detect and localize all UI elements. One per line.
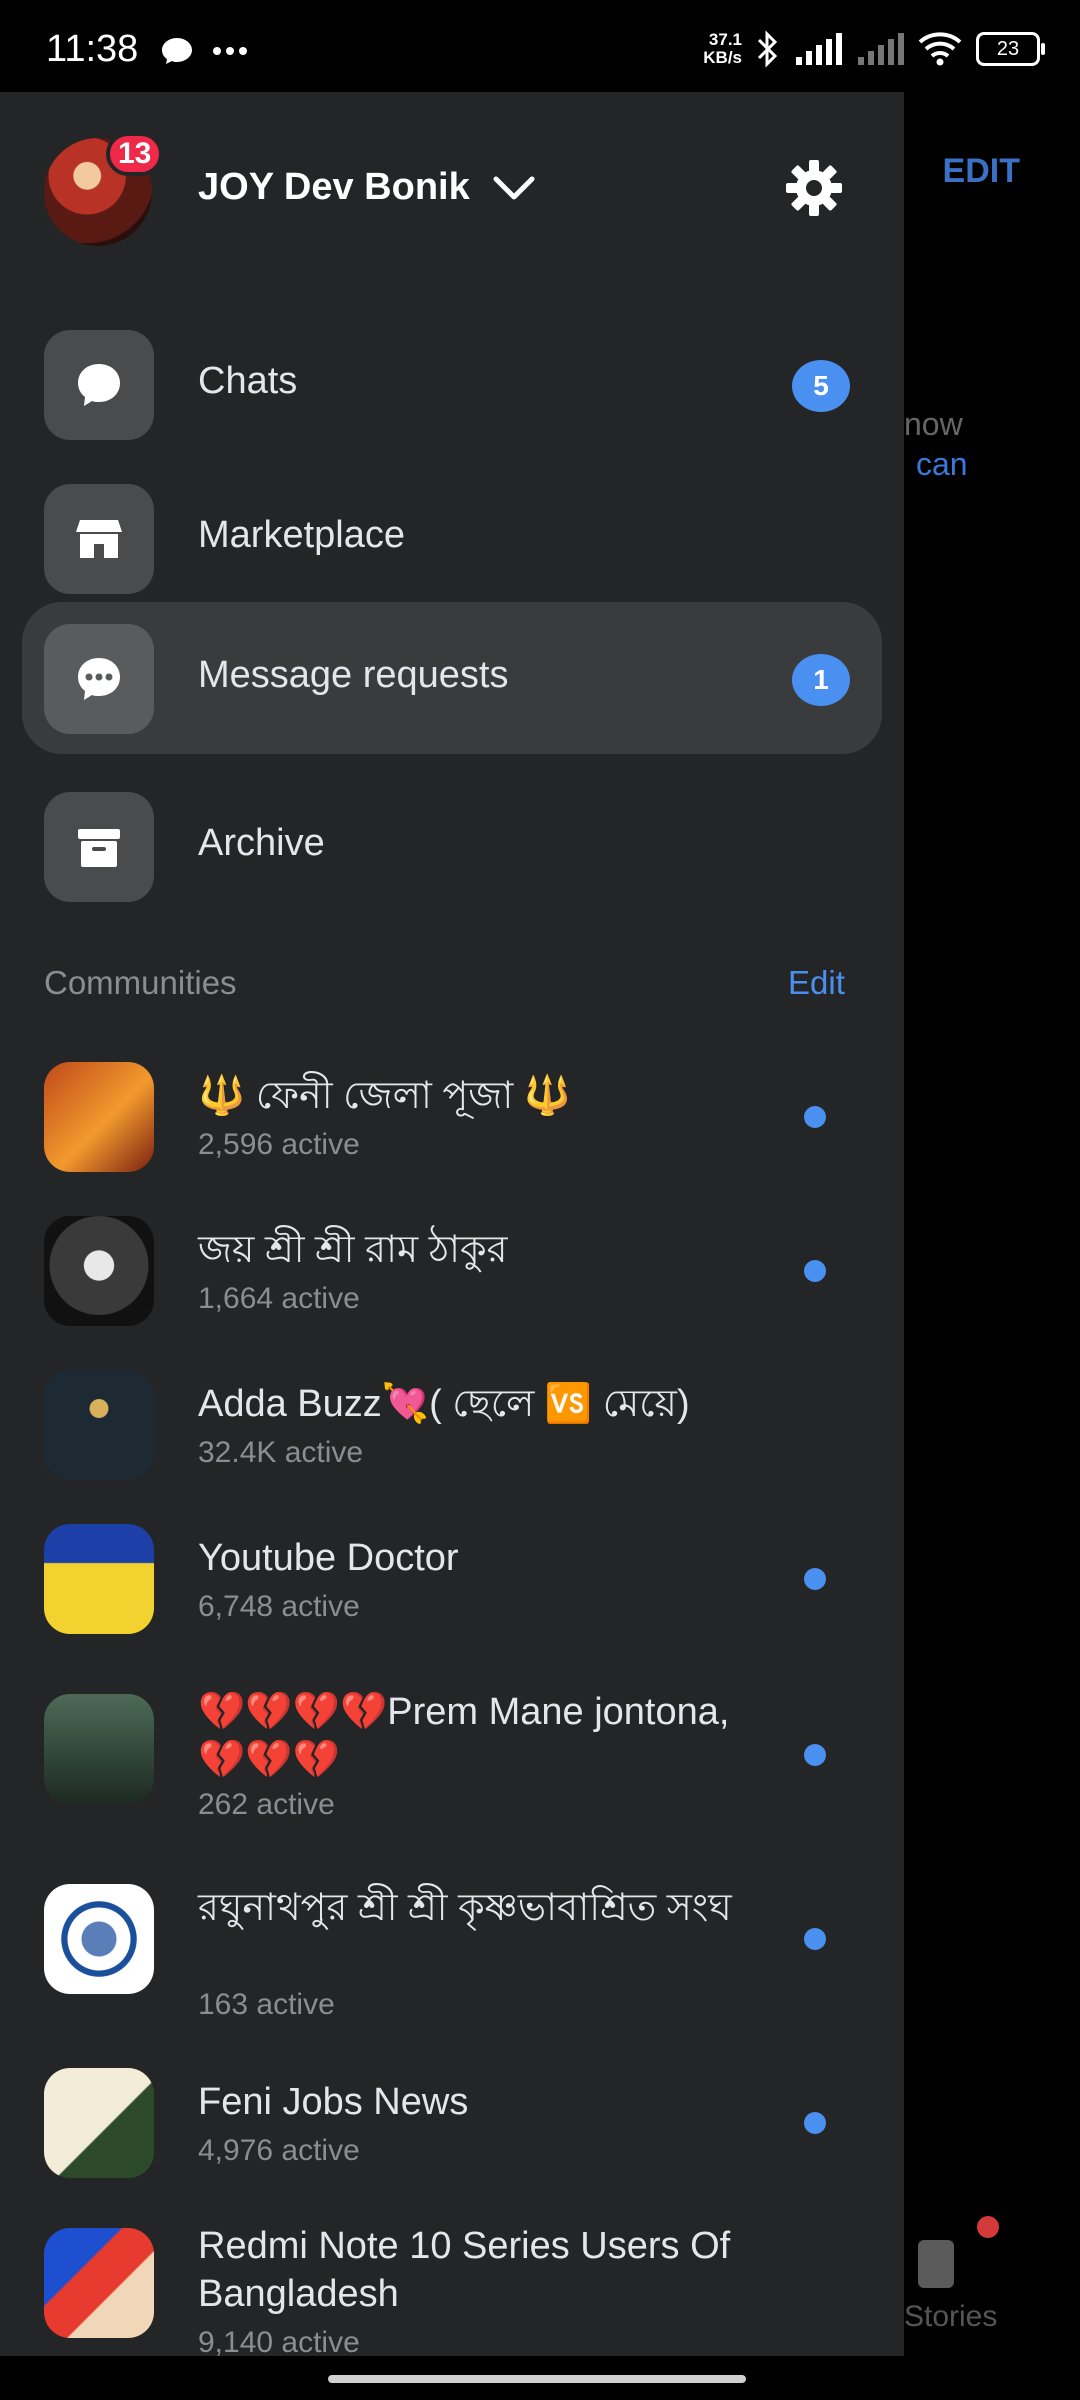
net-speed: 37.1 KB/s — [703, 30, 742, 67]
home-indicator[interactable] — [328, 2375, 746, 2383]
menu-label-marketplace: Marketplace — [198, 514, 405, 556]
profile-switcher[interactable]: JOY Dev Bonik — [198, 166, 536, 209]
signal-icon — [858, 33, 904, 65]
archive-box-icon — [44, 792, 154, 902]
community-active-count: 1,664 active — [198, 1282, 360, 1315]
storefront-icon — [44, 484, 154, 594]
community-name: 🔱 ফেনী জেলা পূজা 🔱 — [198, 1075, 572, 1117]
menu-label-chats: Chats — [198, 360, 298, 402]
background-text: now — [904, 406, 963, 442]
messenger-bubble-icon — [162, 38, 192, 64]
unread-dot — [804, 1106, 826, 1128]
community-thumbnail — [44, 1884, 154, 1994]
signal-icon — [796, 33, 842, 65]
unread-dot — [804, 1568, 826, 1590]
menu-item-chats[interactable]: Chats 5 — [22, 308, 882, 460]
status-right-icons: 37.1 KB/s 23 — [703, 30, 1045, 68]
menu-item-marketplace[interactable]: Marketplace — [22, 462, 882, 614]
community-thumbnail — [44, 2068, 154, 2178]
unread-dot — [804, 2112, 826, 2134]
chevron-down-icon — [493, 176, 535, 199]
background-app: EDIT now can Stories — [904, 92, 1080, 2356]
community-name: Feni Jobs News — [198, 2081, 469, 2123]
unread-dot — [804, 1260, 826, 1282]
message-request-icon — [44, 624, 154, 734]
community-item[interactable]: জয় শ্রী শ্রী রাম ঠাকুর 1,664 active — [44, 1216, 884, 1366]
community-item[interactable]: 💔💔💔💔Prem Mane jontona,💔💔💔 262 active — [44, 1688, 884, 1878]
status-bar: 11:38 37.1 KB/s 23 — [0, 0, 1080, 92]
community-active-count: 2,596 active — [198, 1128, 360, 1161]
community-thumbnail — [44, 1370, 154, 1480]
community-name: Redmi Note 10 Series Users Of Bangladesh — [198, 2225, 731, 2315]
community-thumbnail — [44, 1694, 154, 1804]
wifi-icon — [918, 32, 962, 66]
communities-edit-button[interactable]: Edit — [788, 964, 845, 1002]
notification-badge: 13 — [106, 132, 164, 176]
profile-header[interactable]: 13 JOY Dev Bonik — [44, 132, 904, 248]
community-item[interactable]: Redmi Note 10 Series Users Of Bangladesh… — [44, 2222, 884, 2356]
community-thumbnail — [44, 1524, 154, 1634]
menu-item-message-requests[interactable]: Message requests 1 — [22, 602, 882, 754]
community-name: Youtube Doctor — [198, 1537, 459, 1579]
community-item[interactable]: Youtube Doctor 6,748 active — [44, 1524, 884, 1674]
community-thumbnail — [44, 2228, 154, 2338]
background-edit-label: EDIT — [942, 152, 1020, 190]
bluetooth-icon — [757, 30, 778, 68]
communities-heading: Communities — [44, 964, 237, 1001]
community-name: জয় শ্রী শ্রী রাম ঠাকুর — [198, 1229, 508, 1271]
community-active-count: 9,140 active — [198, 2326, 360, 2356]
stories-label: Stories — [904, 2300, 998, 2333]
chat-bubble-icon — [44, 330, 154, 440]
community-item[interactable]: Feni Jobs News 4,976 active — [44, 2068, 884, 2218]
community-name: রঘুনাথপুর শ্রী শ্রী কৃষ্ণভাবাশ্রিত সংঘ — [198, 1887, 732, 1929]
status-time: 11:38 — [46, 28, 139, 70]
community-active-count: 6,748 active — [198, 1590, 360, 1623]
community-active-count: 32.4K active — [198, 1436, 364, 1469]
community-thumbnail — [44, 1216, 154, 1326]
menu-item-archive[interactable]: Archive — [22, 770, 882, 922]
more-dots-icon — [213, 47, 247, 55]
community-item[interactable]: Adda Buzz💘( ছেলে 🆚 মেয়ে) 32.4K active — [44, 1370, 884, 1520]
menu-label-message-requests: Message requests — [198, 654, 509, 696]
community-item[interactable]: 🔱 ফেনী জেলা পূজা 🔱 2,596 active — [44, 1062, 884, 1212]
community-name: Adda Buzz💘( ছেলে 🆚 মেয়ে) — [198, 1383, 690, 1425]
profile-name: JOY Dev Bonik — [198, 166, 470, 208]
community-active-count: 262 active — [198, 1788, 335, 1821]
community-thumbnail — [44, 1062, 154, 1172]
stories-notification-dot — [977, 2216, 999, 2238]
community-name: 💔💔💔💔Prem Mane jontona,💔💔💔 — [198, 1691, 730, 1781]
community-active-count: 163 active — [198, 1988, 335, 2021]
background-link-text: can — [916, 446, 968, 482]
menu-label-archive: Archive — [198, 822, 325, 864]
unread-dot — [804, 1744, 826, 1766]
community-item[interactable]: রঘুনাথপুর শ্রী শ্রী কৃষ্ণভাবাশ্রিত সংঘ 1… — [44, 1884, 884, 2074]
status-left-icons — [160, 36, 248, 66]
navigation-drawer: 13 JOY Dev Bonik Chats 5 Marketplace Mes… — [0, 92, 904, 2356]
message-requests-count-badge: 1 — [792, 654, 850, 706]
unread-dot — [804, 1928, 826, 1950]
battery-icon: 23 — [976, 32, 1045, 66]
gear-icon[interactable] — [784, 158, 844, 218]
stories-icon — [918, 2240, 954, 2288]
chats-count-badge: 5 — [792, 360, 850, 412]
community-active-count: 4,976 active — [198, 2134, 360, 2167]
